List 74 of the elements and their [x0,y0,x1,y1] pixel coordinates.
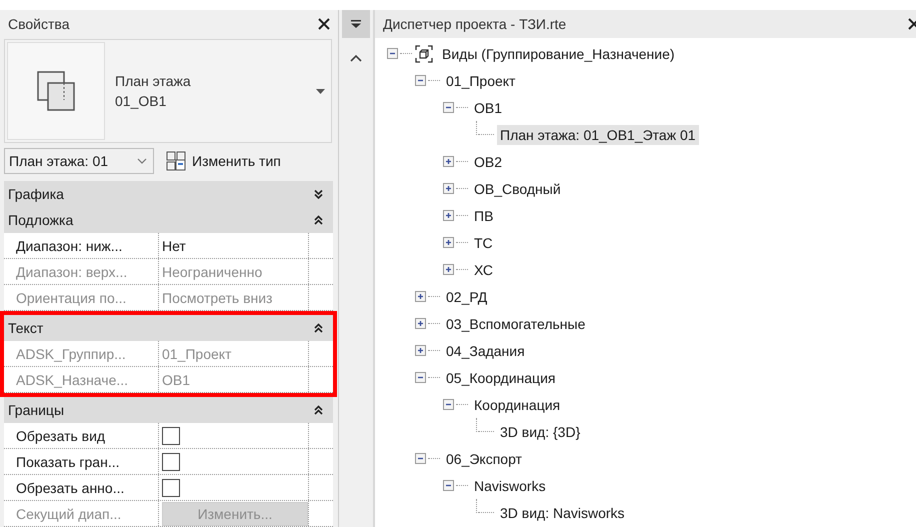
property-value: Неограниченно [162,264,262,280]
property-label: Ориентация по... [4,285,159,310]
tree-item[interactable]: ТС [471,232,496,252]
menu-caret-icon [350,19,362,29]
views-icon [415,44,433,62]
tree-item[interactable]: Виды (Группирование_Назначение) [439,44,678,64]
property-value: ОВ1 [162,372,190,388]
property-label: Секущий диап... [4,501,159,526]
panel-title: Свойства [8,16,70,32]
section-header[interactable]: Графика [4,181,333,207]
double-chevron-icon [314,323,323,333]
tree-item[interactable]: ОВ2 [471,152,506,172]
expand-toggle[interactable] [443,210,454,221]
collapse-toggle[interactable] [415,372,426,383]
type-name: 01_ОВ1 [115,92,168,111]
panel-title: Диспетчер проекта - ТЗИ.rte [383,16,566,32]
panel-menu-button[interactable] [342,10,370,38]
checkbox[interactable] [162,452,180,470]
instance-dropdown[interactable]: План этажа: 01 [4,148,154,174]
tree-item[interactable]: План этажа: 01_ОВ1_Этаж 01 [497,124,699,144]
type-category: План этажа [115,72,192,91]
scroll-up-icon[interactable] [350,54,362,62]
expand-toggle[interactable] [415,345,426,356]
collapse-toggle[interactable] [443,102,454,113]
expand-toggle[interactable] [415,318,426,329]
double-chevron-icon [314,189,323,199]
expand-toggle[interactable] [443,237,454,248]
collapse-toggle[interactable] [443,399,454,410]
expand-toggle[interactable] [415,291,426,302]
expand-toggle[interactable] [443,156,454,167]
tree-item[interactable]: 01_Проект [443,70,518,90]
checkbox[interactable] [162,478,180,496]
property-label: Диапазон: верх... [4,259,159,284]
tree-item[interactable]: 03_Вспомогательные [443,314,588,334]
property-label: Обрезать анно... [4,475,159,500]
property-label: Диапазон: ниж... [4,233,159,258]
tree-item[interactable]: ОВ_Сводный [471,178,564,198]
property-label: Показать гран... [4,449,159,474]
close-icon[interactable] [318,18,330,30]
property-label: ADSK_Назначе... [4,367,159,392]
property-value: Посмотреть вниз [162,290,272,306]
caret-icon [316,88,325,94]
section-header[interactable]: Подложка [4,207,333,233]
checkbox[interactable] [162,426,180,444]
tree-item[interactable]: 04_Задания [443,340,528,360]
tree-item[interactable]: ОВ1 [471,98,506,118]
double-chevron-icon [314,405,323,415]
expand-toggle[interactable] [443,183,454,194]
edit-type-button[interactable]: Изменить тип [162,150,285,170]
tree-item[interactable]: ПВ [471,206,496,226]
tree-item[interactable]: 3D вид: {3D} [497,422,584,442]
collapse-toggle[interactable] [443,480,454,491]
section-header[interactable]: Границы [4,397,333,423]
floor-plan-icon [36,70,76,112]
property-value: 01_Проект [162,346,232,362]
collapse-toggle[interactable] [415,75,426,86]
tree-item[interactable]: 3D вид: Navisworks [497,502,628,522]
property-label: ADSK_Группир... [4,341,159,366]
property-value: Нет [162,238,186,254]
section-header[interactable]: Текст [4,315,333,341]
chevron-icon [137,158,147,164]
edit-type-icon [166,150,186,170]
double-chevron-icon [314,215,323,225]
tree-item[interactable]: ХС [471,260,496,280]
expand-toggle[interactable] [443,264,454,275]
tree-item[interactable]: 02_РД [443,286,490,306]
tree-item[interactable]: 06_Экспорт [443,448,525,468]
type-selector[interactable]: План этажа 01_ОВ1 [4,39,332,143]
collapse-toggle[interactable] [415,453,426,464]
tree-item[interactable]: Координация [471,394,564,414]
property-label: Обрезать вид [4,423,159,448]
tree-item[interactable]: 05_Координация [443,368,558,388]
tree-item[interactable]: Navisworks [471,476,549,496]
collapse-toggle[interactable] [387,48,398,59]
